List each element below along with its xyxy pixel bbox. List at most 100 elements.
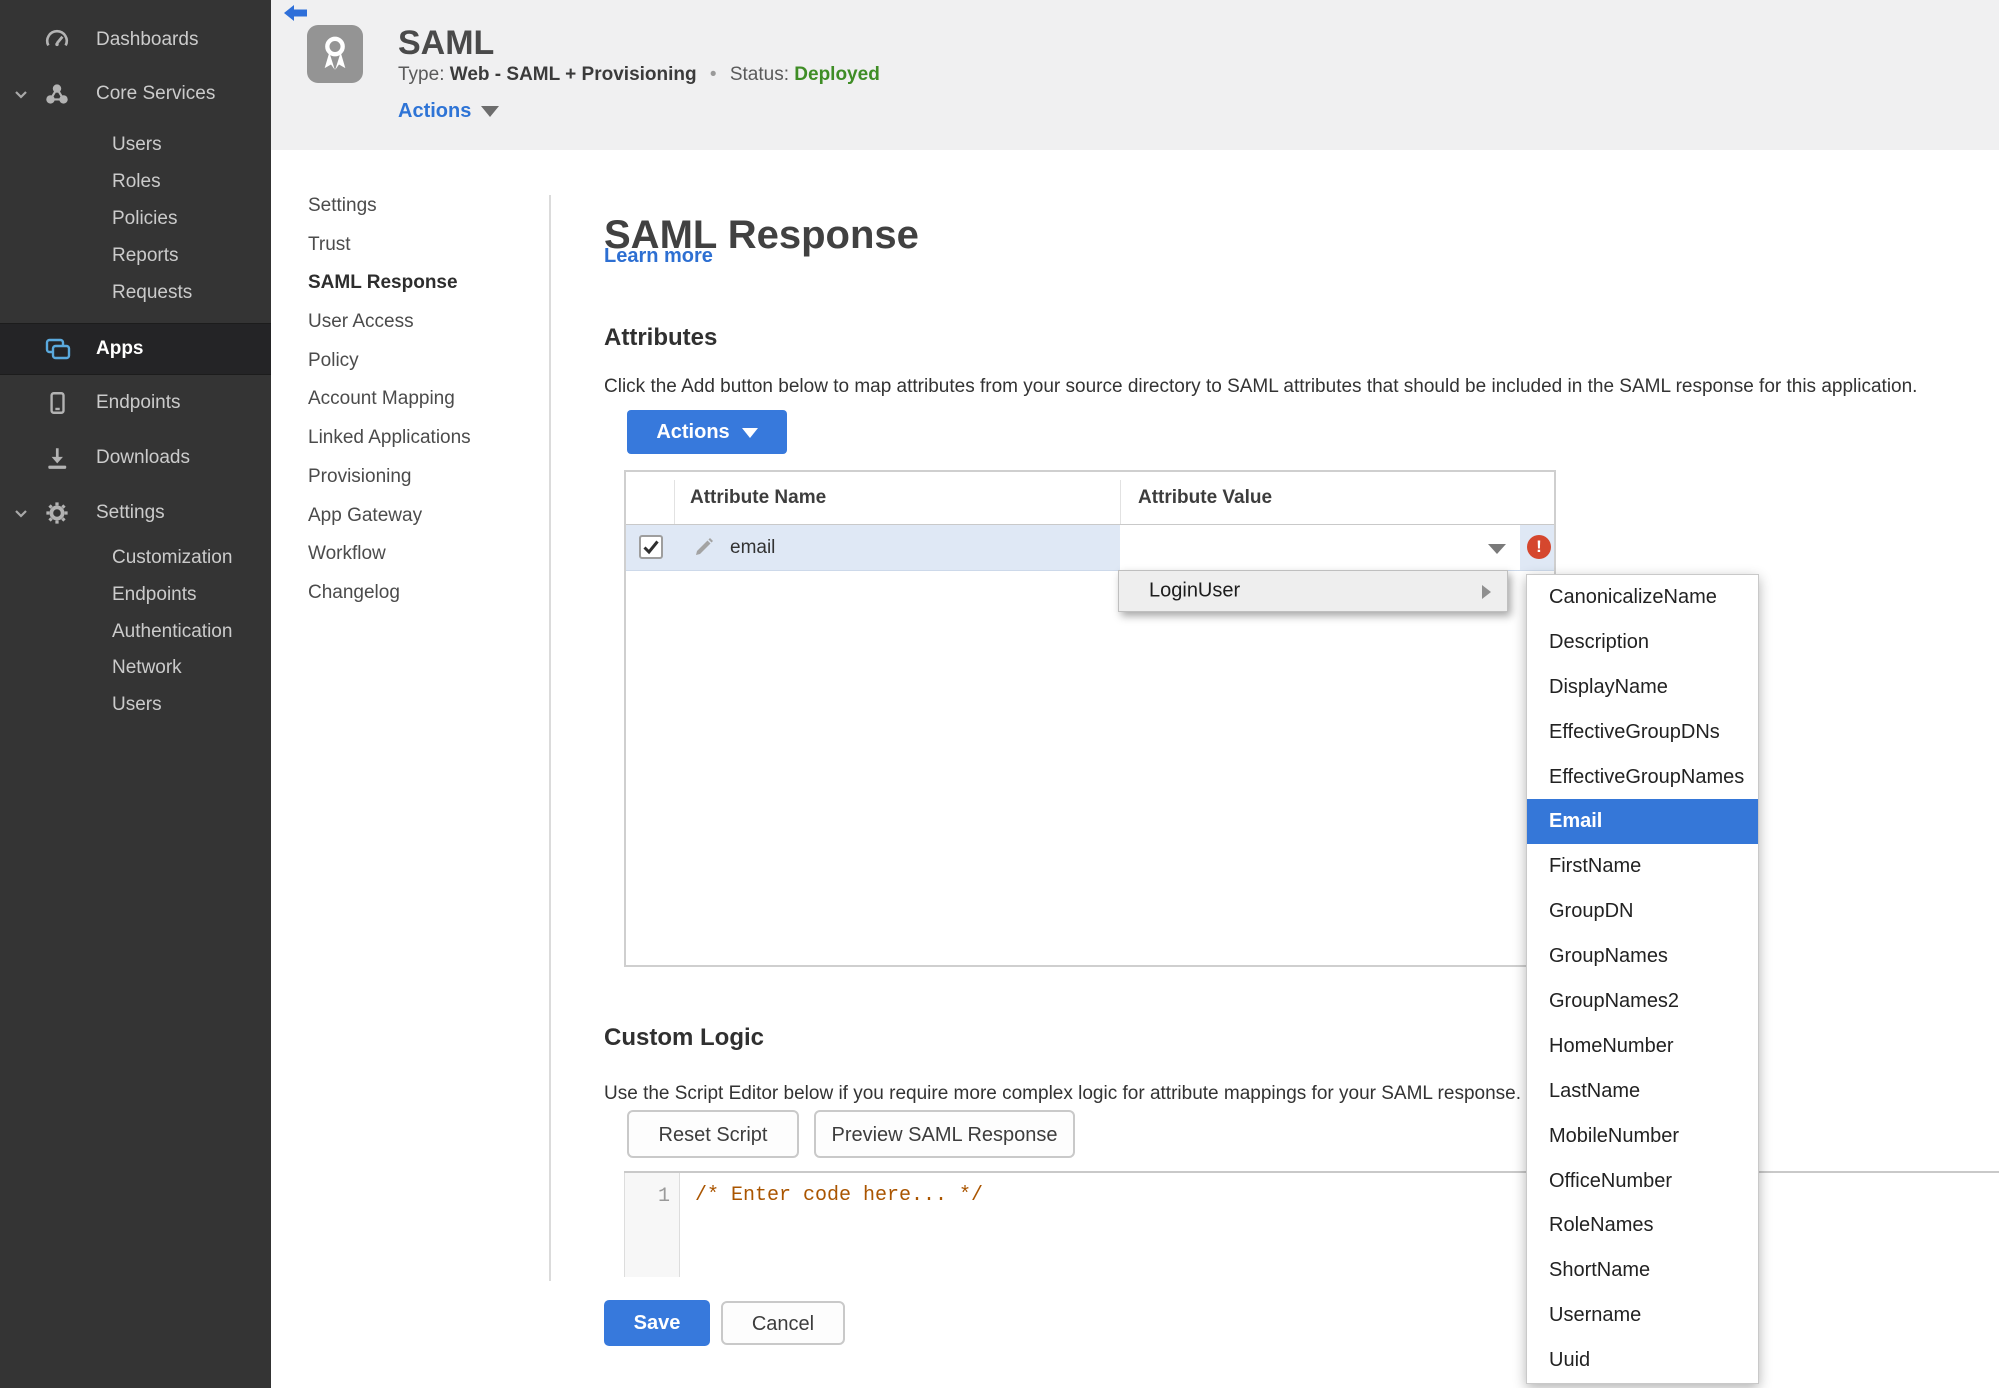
- save-button[interactable]: Save: [604, 1300, 710, 1346]
- header-actions-menu[interactable]: Actions: [398, 100, 500, 123]
- submenu-item[interactable]: FirstName: [1527, 844, 1758, 889]
- sidebar-item-policies[interactable]: Policies: [0, 200, 271, 238]
- sidebar-item-settings[interactable]: Settings: [0, 494, 271, 532]
- dropdown-caret-icon: [1488, 544, 1506, 554]
- subnav-item[interactable]: Trust: [308, 226, 538, 265]
- sidebar-item-authentication[interactable]: Authentication: [0, 613, 271, 651]
- sidebar-item-label: Downloads: [96, 447, 190, 468]
- sidebar-item-network[interactable]: Network: [0, 649, 271, 687]
- attributes-actions-button[interactable]: Actions: [627, 410, 787, 454]
- attribute-name-cell: email: [730, 537, 776, 558]
- gauge-icon: [44, 27, 70, 53]
- saml-app-icon: [307, 25, 363, 83]
- device-icon: [44, 390, 70, 416]
- submenu-item[interactable]: GroupNames: [1527, 934, 1758, 979]
- preview-saml-response-button[interactable]: Preview SAML Response: [814, 1110, 1075, 1158]
- submenu-item[interactable]: DisplayName: [1527, 665, 1758, 710]
- submenu-item[interactable]: MobileNumber: [1527, 1114, 1758, 1159]
- sidebar-item-label: Network: [112, 657, 182, 678]
- value-menu-loginuser[interactable]: LoginUser: [1118, 570, 1508, 612]
- sidebar-item-label: Policies: [112, 208, 178, 229]
- subnav-item[interactable]: App Gateway: [308, 497, 538, 536]
- edit-pencil-icon[interactable]: [694, 537, 714, 557]
- app-subnav: Settings Trust SAML Response User Access…: [308, 187, 538, 613]
- back-arrow-icon[interactable]: [284, 5, 308, 23]
- subnav-item[interactable]: Settings: [308, 187, 538, 226]
- app-title: SAML: [398, 24, 495, 62]
- sidebar-item-label: Requests: [112, 282, 193, 303]
- sidebar-item-label: Users: [112, 694, 162, 715]
- line-number: 1: [657, 1185, 670, 1208]
- custom-logic-description: Use the Script Editor below if you requi…: [604, 1083, 1521, 1104]
- subnav-item[interactable]: Account Mapping: [308, 380, 538, 419]
- subnav-item[interactable]: Changelog: [308, 574, 538, 613]
- sidebar-item-label: Users: [112, 134, 162, 155]
- gear-icon: [44, 500, 70, 526]
- app-window: Dashboards Core Services Users Roles Pol…: [0, 0, 1999, 1388]
- subnav-item[interactable]: Policy: [308, 342, 538, 381]
- meta-separator: •: [709, 64, 717, 85]
- subnav-item[interactable]: Workflow: [308, 535, 538, 574]
- download-icon: [44, 445, 70, 471]
- sidebar-item-label: Settings: [96, 502, 165, 523]
- submenu-item[interactable]: Description: [1527, 620, 1758, 665]
- submenu-item[interactable]: EffectiveGroupNames: [1527, 755, 1758, 800]
- sidebar-item-label: Authentication: [112, 621, 233, 642]
- subnav-item[interactable]: User Access: [308, 303, 538, 342]
- submenu-item[interactable]: GroupDN: [1527, 889, 1758, 934]
- row-checkbox[interactable]: [639, 535, 663, 559]
- learn-more-link[interactable]: Learn more: [604, 245, 713, 268]
- sidebar-item-endpoints[interactable]: Endpoints: [0, 384, 271, 422]
- sidebar-item-apps[interactable]: Apps: [0, 323, 271, 375]
- script-editor-code[interactable]: /* Enter code here... */: [695, 1184, 983, 1207]
- app-header: SAML Type: Web - SAML + Provisioning • S…: [271, 0, 1999, 150]
- sidebar-item-downloads[interactable]: Downloads: [0, 439, 271, 477]
- sidebar-item-label: Customization: [112, 547, 233, 568]
- sidebar-item-label: Endpoints: [112, 584, 197, 605]
- core-services-icon: [44, 81, 70, 107]
- subnav-item[interactable]: SAML Response: [308, 264, 538, 303]
- sidebar-item-core-services[interactable]: Core Services: [0, 75, 271, 113]
- cancel-button[interactable]: Cancel: [721, 1301, 845, 1345]
- sidebar-item-endpoints-settings[interactable]: Endpoints: [0, 576, 271, 614]
- sidebar-item-reports[interactable]: Reports: [0, 237, 271, 275]
- submenu-item[interactable]: RoleNames: [1527, 1203, 1758, 1248]
- submenu-item[interactable]: EffectiveGroupDNs: [1527, 710, 1758, 755]
- submenu-item[interactable]: LastName: [1527, 1069, 1758, 1114]
- submenu-item[interactable]: HomeNumber: [1527, 1024, 1758, 1069]
- attribute-value-dropdown[interactable]: [1120, 525, 1520, 570]
- reset-script-button[interactable]: Reset Script: [627, 1110, 799, 1158]
- script-editor-gutter: 1: [624, 1173, 680, 1277]
- custom-logic-heading: Custom Logic: [604, 1023, 764, 1051]
- attributes-description: Click the Add button below to map attrib…: [604, 376, 1918, 397]
- script-editor-border: [624, 1171, 1999, 1173]
- submenu-item[interactable]: OfficeNumber: [1527, 1159, 1758, 1204]
- subnav-item[interactable]: Linked Applications: [308, 419, 538, 458]
- sidebar: Dashboards Core Services Users Roles Pol…: [0, 0, 271, 1388]
- sidebar-item-users[interactable]: Users: [0, 126, 271, 164]
- table-row: email !: [626, 525, 1554, 571]
- sidebar-item-label: Core Services: [96, 83, 216, 104]
- sidebar-item-users-settings[interactable]: Users: [0, 686, 271, 724]
- sidebar-item-label: Roles: [112, 171, 161, 192]
- chevron-down-icon: [13, 505, 29, 521]
- submenu-item[interactable]: CanonicalizeName: [1527, 575, 1758, 620]
- submenu-item[interactable]: Email: [1527, 799, 1758, 845]
- subnav-item[interactable]: Provisioning: [308, 458, 538, 497]
- status-label: Status:: [729, 64, 789, 85]
- submenu-item[interactable]: Username: [1527, 1293, 1758, 1338]
- status-value: Deployed: [794, 64, 880, 85]
- submenu-item[interactable]: ShortName: [1527, 1248, 1758, 1293]
- value-submenu: CanonicalizeName Description DisplayName…: [1526, 574, 1759, 1384]
- attributes-heading: Attributes: [604, 323, 718, 351]
- subnav-divider: [549, 195, 551, 1281]
- submenu-item[interactable]: Uuid: [1527, 1338, 1758, 1383]
- sidebar-item-dashboards[interactable]: Dashboards: [0, 21, 271, 59]
- sidebar-item-roles[interactable]: Roles: [0, 163, 271, 201]
- sidebar-item-requests[interactable]: Requests: [0, 274, 271, 312]
- sidebar-item-customization[interactable]: Customization: [0, 539, 271, 577]
- submenu-item[interactable]: GroupNames2: [1527, 979, 1758, 1024]
- sidebar-item-label: Apps: [96, 338, 144, 359]
- column-header-attribute-value: Attribute Value: [1138, 487, 1273, 508]
- caret-down-icon: [481, 106, 500, 118]
